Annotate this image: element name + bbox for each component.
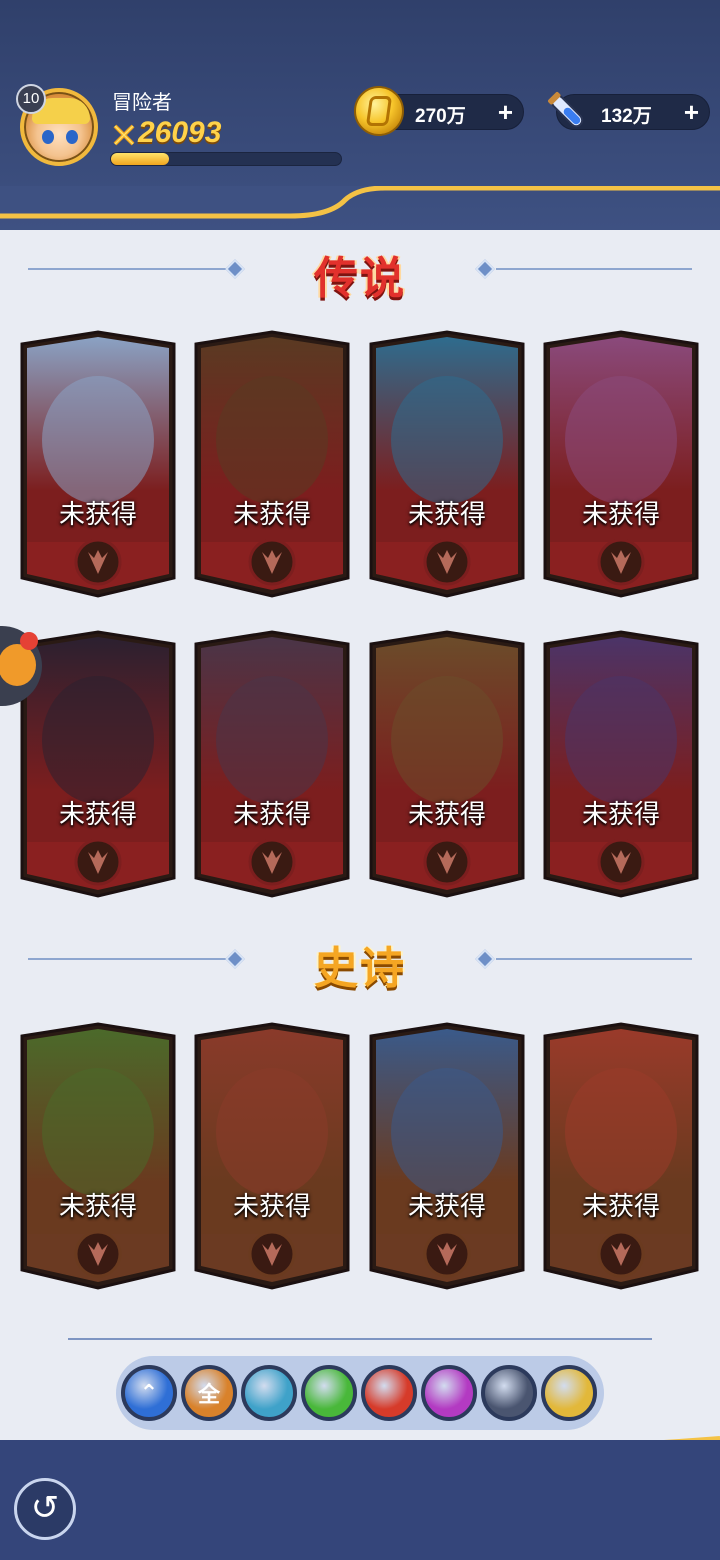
card-frame <box>20 630 176 898</box>
combat-power-value: 26093 <box>138 116 222 149</box>
card-locked-label: 未获得 <box>58 800 137 830</box>
experience-bar-fill <box>111 153 169 165</box>
legend-hero-card-white-yeti[interactable]: 未获得 <box>18 330 178 598</box>
card-frame <box>543 630 699 898</box>
card-locked-label: 未获得 <box>407 1192 486 1222</box>
card-locked-label: 未获得 <box>232 800 311 830</box>
card-frame <box>194 630 350 898</box>
experience-bar <box>110 152 342 166</box>
filter-collapse-icon: ⌃ <box>139 1380 159 1406</box>
card-frame <box>20 1022 176 1290</box>
legend-hero-card-blue-sorceress[interactable]: 未获得 <box>367 330 527 598</box>
add-gold-button[interactable]: + <box>498 99 513 125</box>
filter-light-faction-button[interactable] <box>541 1365 597 1421</box>
gold-coin-icon <box>354 86 404 136</box>
card-frame <box>194 1022 350 1290</box>
card-frame <box>194 330 350 598</box>
card-frame <box>543 330 699 598</box>
avatar-left-eye <box>42 130 54 144</box>
epic-hero-card-blue-griffin[interactable]: 未获得 <box>367 1022 527 1290</box>
card-locked-label: 未获得 <box>407 800 486 830</box>
card-locked-label: 未获得 <box>232 500 311 530</box>
epic-hero-card-green-dragon[interactable]: 未获得 <box>18 1022 178 1290</box>
filter-divider-line <box>68 1338 652 1340</box>
card-locked-label: 未获得 <box>58 500 137 530</box>
epic-hero-card-red-minotaur[interactable]: 未获得 <box>192 1022 352 1290</box>
player-level-badge: 10 <box>16 84 46 114</box>
filter-helm-faction-button[interactable] <box>241 1365 297 1421</box>
notification-dot <box>20 632 38 650</box>
bottom-bar <box>0 1440 720 1560</box>
filter-nature-faction-button[interactable] <box>301 1365 357 1421</box>
card-locked-label: 未获得 <box>407 500 486 530</box>
legend-hero-card-beast-warrior[interactable]: 未获得 <box>192 330 352 598</box>
epic-hero-card-red-lion[interactable]: 未获得 <box>541 1022 701 1290</box>
card-frame <box>20 330 176 598</box>
legend-hero-card-shadow-knight[interactable]: 未获得 <box>18 630 178 898</box>
filter-fire-faction-button[interactable] <box>361 1365 417 1421</box>
potion-vial-icon <box>548 92 584 128</box>
card-frame <box>369 630 525 898</box>
filter-collapse-button[interactable]: ⌃ <box>121 1365 177 1421</box>
filter-dark-faction-button[interactable] <box>481 1365 537 1421</box>
gold-amount: 270万 <box>415 106 466 127</box>
card-frame <box>369 1022 525 1290</box>
legend-section-title: 传说 <box>314 253 406 304</box>
crossed-swords-icon <box>113 124 135 146</box>
header-gold-curve <box>0 186 720 219</box>
back-button[interactable]: ↺ <box>14 1478 76 1540</box>
player-name: 冒险者 <box>112 90 172 114</box>
card-locked-label: 未获得 <box>581 500 660 530</box>
filter-all-button[interactable]: 全 <box>181 1365 237 1421</box>
legend-hero-card-purple-priestess[interactable]: 未获得 <box>541 630 701 898</box>
legend-hero-card-octopus-pirate[interactable]: 未获得 <box>541 330 701 598</box>
card-frame <box>369 330 525 598</box>
card-locked-label: 未获得 <box>232 1192 311 1222</box>
back-arrow-icon: ↺ <box>30 1488 60 1528</box>
filter-all-icon: 全 <box>197 1383 220 1408</box>
add-potion-button[interactable]: + <box>684 99 699 125</box>
legend-hero-card-raccoon-sage[interactable]: 未获得 <box>367 630 527 898</box>
card-locked-label: 未获得 <box>581 1192 660 1222</box>
filter-arcane-faction-button[interactable] <box>421 1365 477 1421</box>
avatar-right-eye <box>66 130 78 144</box>
card-frame <box>543 1022 699 1290</box>
potion-amount: 132万 <box>601 106 652 127</box>
legend-hero-card-golden-archer[interactable]: 未获得 <box>192 630 352 898</box>
assistant-face-icon <box>0 644 36 686</box>
card-locked-label: 未获得 <box>581 800 660 830</box>
epic-section-title: 史诗 <box>314 943 406 994</box>
card-locked-label: 未获得 <box>58 1192 137 1222</box>
